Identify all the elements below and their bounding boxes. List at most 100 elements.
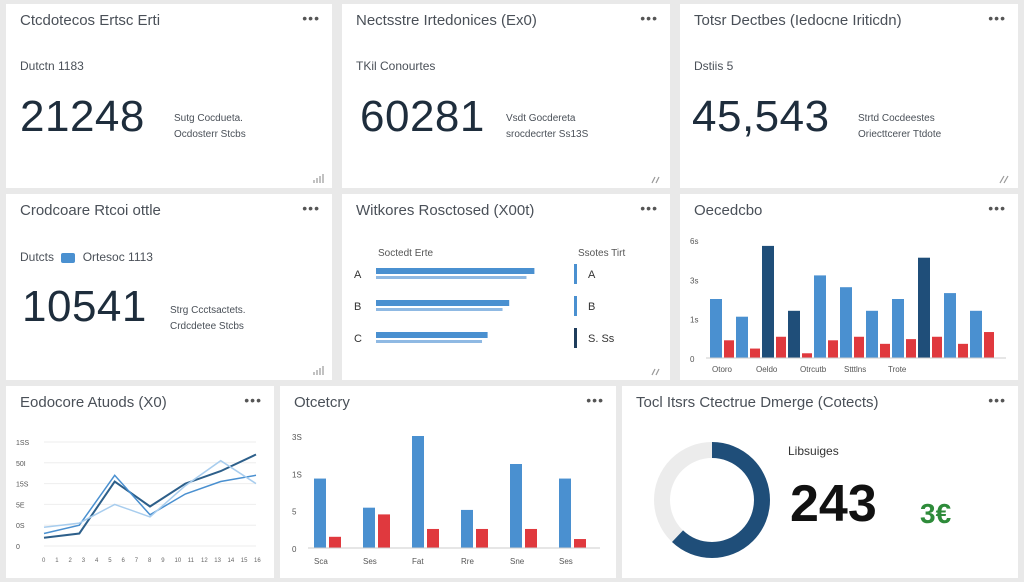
signal-icon	[999, 175, 1009, 184]
card-title: Witkores Rosctosed (X00t)	[356, 202, 535, 219]
x-tick-label: Sne	[510, 557, 525, 566]
more-options-icon[interactable]: •••	[640, 10, 658, 26]
bar-series-2	[525, 528, 537, 548]
more-options-icon[interactable]: •••	[988, 10, 1006, 26]
bar-chart: 3S 1S 5 0 Sca Ses Fat Rre Sne Ses	[292, 433, 600, 566]
bar-series-2	[378, 514, 390, 548]
card-subtitle-a: Dutcts	[20, 250, 55, 264]
hbar-right-marker	[574, 264, 577, 284]
hbar-row-label: A	[354, 269, 362, 281]
y-tick-label: 3s	[690, 276, 698, 285]
x-tick-label: 6	[122, 558, 126, 564]
card-subtitle-b: Ortesoc 1113	[82, 250, 153, 264]
bar-chart-card: Oecedcbo ••• 6s 3s 1s 0 Otoro Oeldo Otrcutb Stt…	[680, 194, 1018, 380]
y-tick-label: 0S	[16, 523, 25, 530]
x-tick-label: Otoro	[712, 365, 733, 374]
bar-series-1	[461, 509, 473, 548]
x-tick-label: 16	[254, 558, 261, 564]
donut-card: Tocl Itsrs Ctectrue Dmerge (Cotects) •••…	[622, 386, 1018, 578]
bar-series-2	[776, 336, 786, 358]
kpi-value: 45,543	[692, 92, 830, 141]
x-tick-label: 3	[82, 558, 86, 564]
x-tick-label: 8	[148, 558, 152, 564]
x-tick-label: 7	[135, 558, 139, 564]
hbar-bar	[376, 300, 510, 306]
hbar-right-marker	[574, 328, 577, 348]
x-tick-label: Sca	[314, 557, 328, 566]
hbar-bar-shadow	[376, 276, 527, 279]
more-options-icon[interactable]: •••	[302, 10, 320, 26]
kpi-value: 10541	[22, 282, 147, 331]
y-tick-label: 15S	[16, 482, 29, 489]
kpi-note-1: Vsdt Gocdereta	[506, 113, 576, 124]
x-tick-label: 10	[175, 558, 182, 564]
bar-series-1	[788, 310, 800, 358]
donut-chart	[654, 442, 770, 558]
kpi-card-3: Totsr Dectbes (Iedocne Iriticdn) ••• Dst…	[680, 4, 1018, 188]
card-title: Nectsstre Irtedonices (Ex0)	[356, 12, 537, 29]
card-subtitle: Dutctn 1183	[20, 59, 84, 73]
line-chart-card: Eodocore Atuods (X0) ••• 1SS 50I 15S 5E 0S 0 0…	[6, 386, 274, 578]
donut-value: 243	[790, 475, 877, 533]
bar-series-2	[724, 340, 734, 358]
bar-series-2	[427, 528, 439, 548]
hbar-header-left: Soctedt Erte	[378, 248, 434, 259]
bar-series-1	[363, 507, 375, 548]
x-tick-label: 11	[188, 558, 195, 564]
kpi-card-1: Ctcdotecos Ertsc Erti ••• Dutctn 1183 21…	[6, 4, 332, 188]
more-options-icon[interactable]: •••	[302, 200, 320, 216]
bar-series-2	[958, 343, 968, 358]
bar-series-2	[854, 336, 864, 358]
kpi-note-1: Strg Ccctsactets.	[170, 305, 246, 316]
x-tick-label: 5	[108, 558, 112, 564]
bar-series-2	[932, 336, 942, 358]
bar-series-1	[314, 478, 326, 548]
bar-series-2	[828, 340, 838, 358]
kpi-note-2: srocdecrter Ss13S	[506, 129, 589, 140]
line-chart: 1SS50I15S5E0S00 1 2 3 4 5 6 7 8 9 10 11 12 13 14 15 16	[16, 440, 261, 564]
card-subtitle: Dstiis 5	[694, 59, 734, 73]
hbar-card: Witkores Rosctosed (X00t) ••• Soctedt Er…	[342, 194, 670, 380]
x-tick-label: 13	[214, 558, 221, 564]
more-options-icon[interactable]: •••	[640, 200, 658, 216]
kpi-note-2: Oriecttcerer Ttdote	[858, 129, 942, 140]
y-tick-label: 0	[16, 544, 20, 551]
x-tick-label: Otrcutb	[800, 365, 827, 374]
kpi-note-1: Sutg Cocdueta.	[174, 113, 243, 124]
delta-value: 3€	[920, 498, 952, 529]
hbar-bar	[376, 332, 488, 338]
kpi-note-2: Crdcdetee Stcbs	[170, 321, 244, 332]
bar-series-1	[892, 299, 904, 358]
hbar-bar-shadow	[376, 308, 503, 311]
card-title: Crodcoare Rtcoi ottle	[20, 202, 161, 219]
y-tick-label: 1s	[690, 316, 698, 325]
bar-series-2	[476, 528, 488, 548]
bar-series-1	[918, 257, 930, 358]
hbar-right-marker	[574, 296, 577, 316]
bar-series-1	[559, 478, 571, 548]
x-tick-label: 4	[95, 558, 99, 564]
bar-series-1	[866, 310, 878, 358]
bar-series-2	[984, 332, 994, 358]
card-title: Tocl Itsrs Ctectrue Dmerge (Cotects)	[636, 394, 879, 411]
bar-series-2	[880, 343, 890, 358]
x-tick-label: 0	[42, 558, 46, 564]
card-title: Ctcdotecos Ertsc Erti	[20, 12, 161, 29]
line-series-3	[43, 459, 257, 529]
x-tick-label: Trote	[888, 365, 907, 374]
bar-series-1	[762, 245, 774, 358]
more-options-icon[interactable]: •••	[988, 392, 1006, 408]
donut-label: Libsuiges	[788, 444, 839, 458]
kpi-card-2: Nectsstre Irtedonices (Ex0) ••• TKil Con…	[342, 4, 670, 188]
hbar-row-label: B	[354, 301, 361, 313]
y-tick-label: 5E	[16, 502, 25, 509]
x-tick-label: 1	[55, 558, 59, 564]
signal-icon	[313, 174, 324, 183]
x-tick-label: Rre	[461, 557, 474, 566]
signal-icon	[651, 176, 660, 184]
kpi-note-1: Strtd Cocdeestes	[858, 113, 935, 124]
x-tick-label: 9	[161, 558, 165, 564]
x-tick-label: Ses	[559, 557, 573, 566]
y-tick-label: 0	[292, 545, 297, 554]
bar-series-2	[750, 348, 760, 358]
